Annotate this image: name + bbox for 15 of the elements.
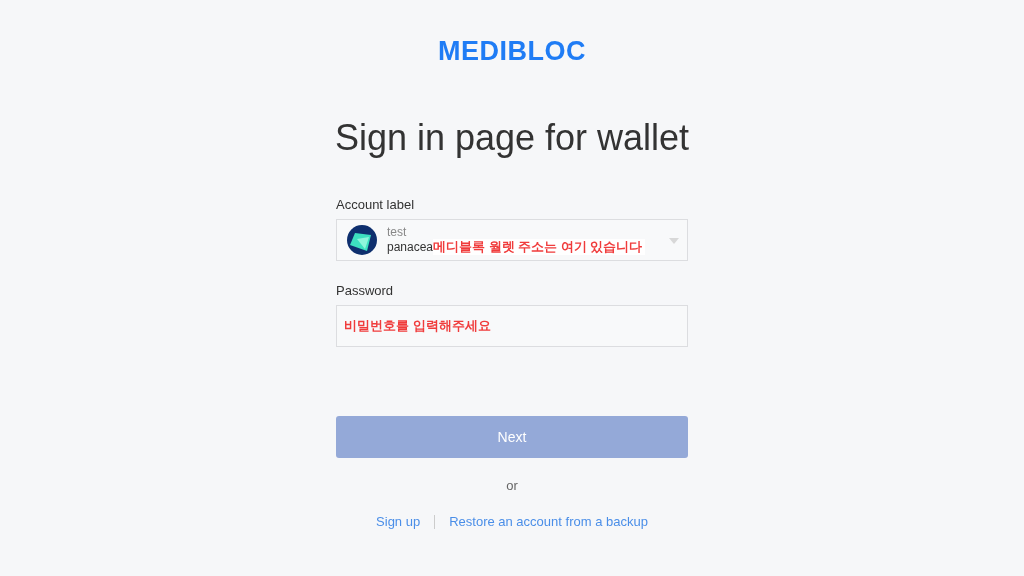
link[interactable]: Restore an account from a backup — [449, 514, 648, 529]
avatar-icon — [347, 225, 377, 255]
account-name: test — [387, 225, 408, 239]
annotation-text: 비밀번호를 입력해주세요 — [344, 317, 492, 335]
password-field[interactable]: 비밀번호를 입력해주세요 — [336, 305, 688, 347]
field-label: Account label — [336, 197, 416, 213]
caret-icon — [669, 238, 679, 244]
account-address: panacea — [387, 240, 434, 254]
annotation-text: 메디블록 월렛 주소는 여기 있습니다 — [433, 239, 645, 255]
field-label: Password — [336, 283, 395, 299]
or-text: or — [505, 478, 519, 494]
link[interactable]: Sign up — [376, 514, 421, 529]
logo: MEDIBLOC — [438, 36, 586, 66]
account-select[interactable]: test panacea메디블록 월렛 주소는 여기 있습니다 — [336, 219, 688, 261]
page-title: Sign in page for wallet — [334, 116, 690, 160]
